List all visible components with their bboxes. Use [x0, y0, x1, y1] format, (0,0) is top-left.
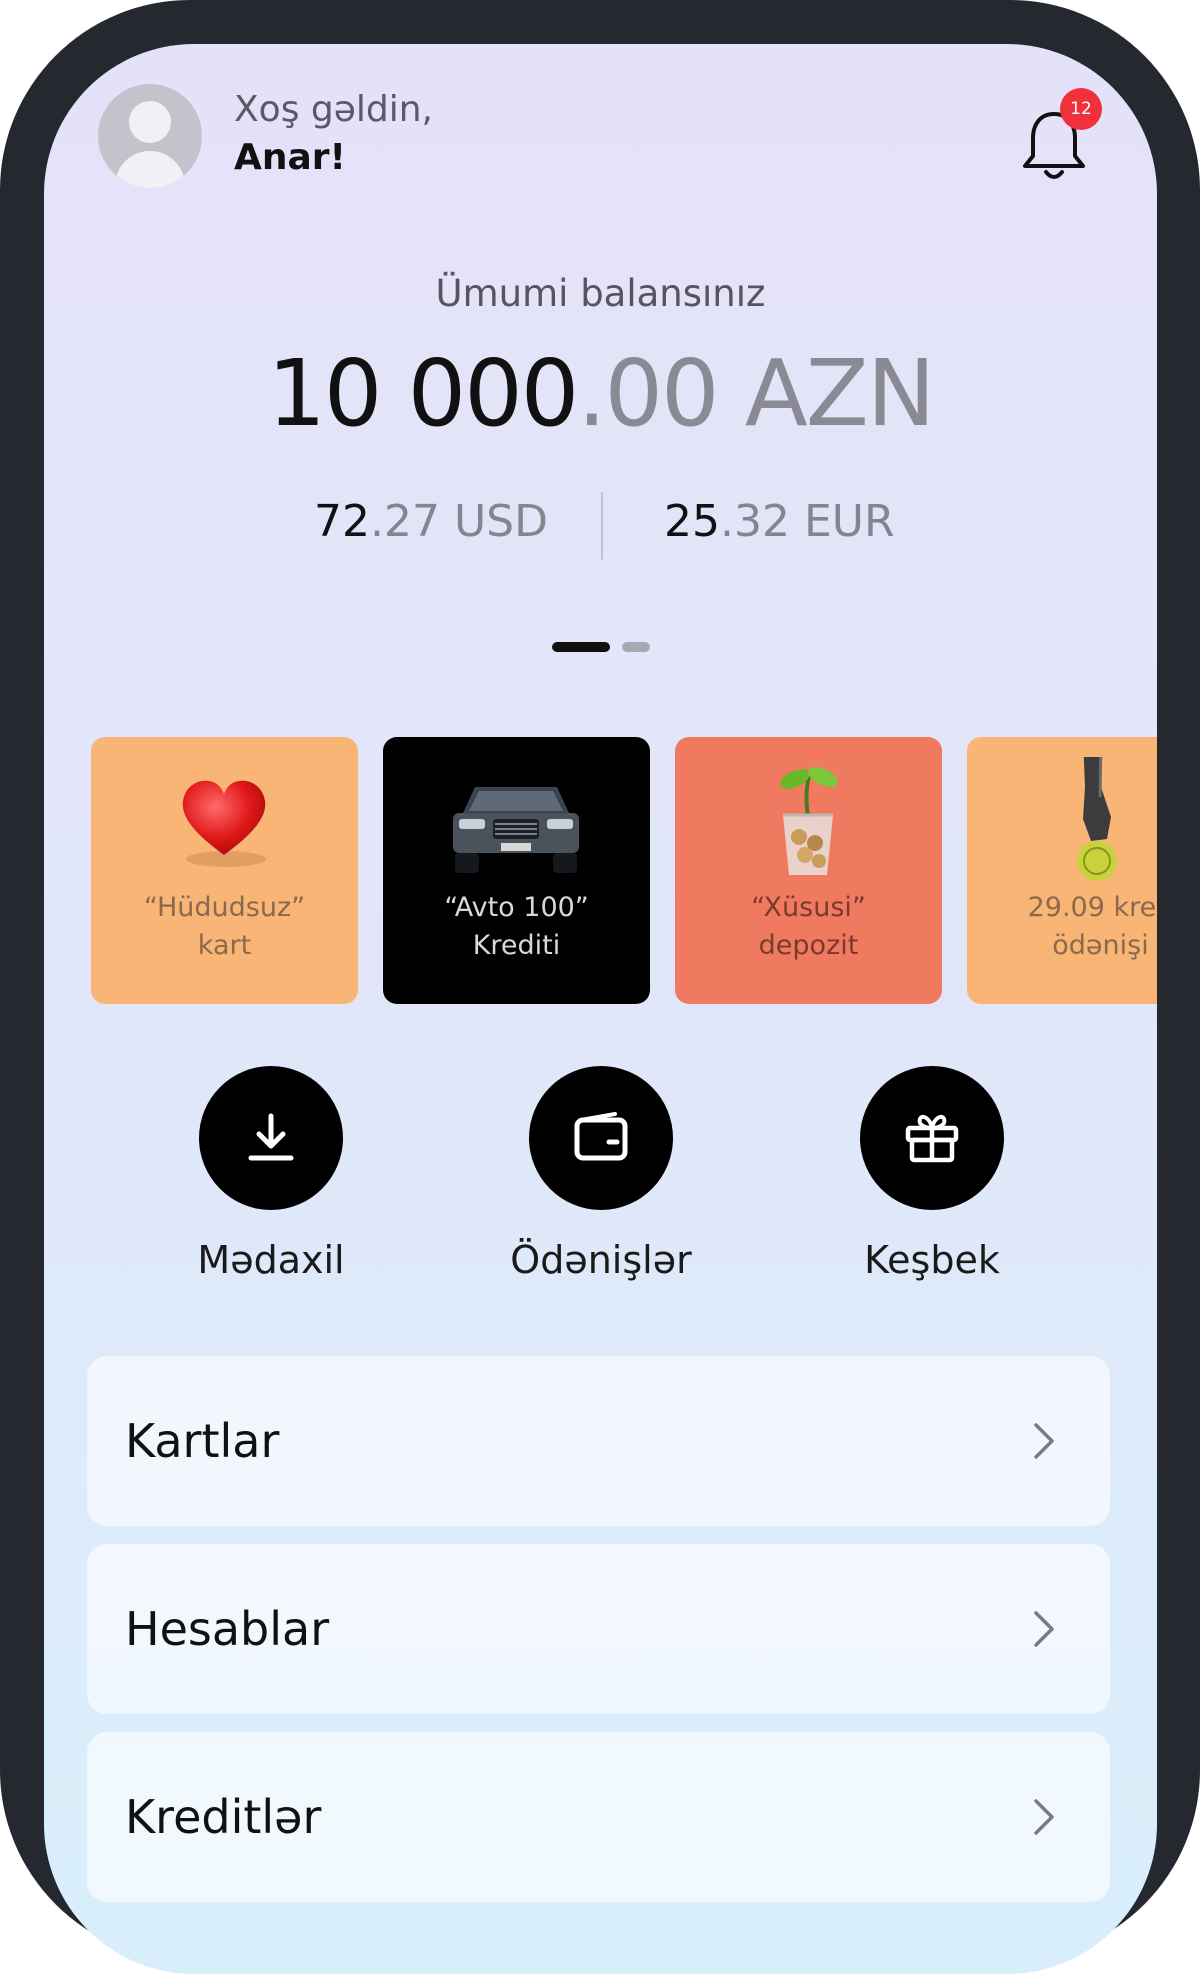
download-icon [248, 1113, 294, 1161]
heart-icon [182, 780, 266, 867]
story-caption-line2: Krediti [472, 930, 561, 961]
story-tile-kredit-odenisi[interactable]: 29.09 kred ödənişi [967, 737, 1157, 1004]
action-odenisler[interactable]: Ödənişlər [471, 1066, 731, 1282]
balance-label: Ümumi balansınız [435, 272, 766, 315]
pager-dot-active[interactable] [552, 642, 610, 652]
hand-coin-icon [1077, 757, 1117, 881]
story-caption-line2: depozit [758, 930, 859, 961]
story-caption-line2: ödənişi [1052, 930, 1149, 961]
eur-balance-main: 25 [664, 496, 720, 547]
story-caption: “Hüdudsuz” kart [91, 889, 358, 965]
avatar-body-shape [115, 151, 185, 188]
avatar-head-shape [129, 101, 171, 143]
avatar[interactable] [98, 84, 202, 188]
action-medaxil-label: Mədaxil [197, 1238, 345, 1282]
usd-balance: 72.27 USD [314, 492, 548, 552]
action-medaxil[interactable]: Mədaxil [141, 1066, 401, 1282]
balance-amount-rest: .00 AZN [577, 340, 935, 447]
chevron-right-icon [1034, 1799, 1054, 1835]
car-icon [453, 787, 579, 873]
story-tile-xususi-depozit[interactable]: “Xüsusi” depozit [675, 737, 942, 1004]
sub-balances: 72.27 USD 25.32 EUR [44, 492, 1157, 560]
app-screen: Xoş gəldin, Anar! 12 Ümumi balansınız 10… [44, 44, 1157, 1974]
menu-row-kartlar[interactable]: Kartlar [87, 1356, 1110, 1526]
balance-amount-main: 10 000 [267, 340, 579, 447]
menu-row-hesablar[interactable]: Hesablar [87, 1544, 1110, 1714]
currency-divider [601, 492, 603, 560]
story-caption-line2: kart [197, 930, 252, 961]
notification-badge: 12 [1060, 88, 1102, 130]
action-odenisler-button[interactable] [529, 1066, 673, 1210]
eur-balance-rest: .32 EUR [720, 496, 895, 547]
menu-row-label: Kartlar [125, 1414, 280, 1468]
wallet-icon [574, 1112, 628, 1161]
usd-balance-rest: .27 USD [370, 496, 548, 547]
plant-icon [780, 767, 838, 875]
story-caption-line1: “Hüdudsuz” [143, 892, 306, 923]
story-tile-avto-100[interactable]: “Avto 100” Krediti [383, 737, 650, 1004]
story-caption-line1: “Xüsusi” [751, 892, 866, 923]
menu-row-kreditler[interactable]: Kreditlər [87, 1732, 1110, 1902]
action-kesbek[interactable]: Keşbek [802, 1066, 1062, 1282]
story-caption: “Xüsusi” depozit [675, 889, 942, 965]
usd-balance-main: 72 [314, 496, 370, 547]
eur-balance: 25.32 EUR [664, 492, 895, 552]
menu-row-label: Kreditlər [125, 1790, 322, 1844]
story-caption-line1: “Avto 100” [444, 892, 589, 923]
menu-row-label: Hesablar [125, 1602, 330, 1656]
action-medaxil-button[interactable] [199, 1066, 343, 1210]
user-name: Anar! [234, 137, 346, 178]
balance-amount: 10 000.00 AZN [44, 344, 1157, 444]
phone-frame: Xoş gəldin, Anar! 12 Ümumi balansınız 10… [0, 0, 1200, 1974]
chevron-right-icon [1034, 1423, 1054, 1459]
action-kesbek-label: Keşbek [864, 1238, 1000, 1282]
pager-dot[interactable] [622, 642, 650, 652]
story-caption: “Avto 100” Krediti [383, 889, 650, 965]
action-kesbek-button[interactable] [860, 1066, 1004, 1210]
story-tile-hududsuz-kart[interactable]: “Hüdudsuz” kart [91, 737, 358, 1004]
story-caption: 29.09 kred ödənişi [967, 889, 1157, 965]
gift-icon [905, 1114, 959, 1163]
action-odenisler-label: Ödənişlər [510, 1238, 692, 1282]
chevron-right-icon [1034, 1611, 1054, 1647]
story-caption-line1: 29.09 kred [1027, 892, 1157, 923]
greeting-text: Xoş gəldin, [234, 89, 434, 130]
